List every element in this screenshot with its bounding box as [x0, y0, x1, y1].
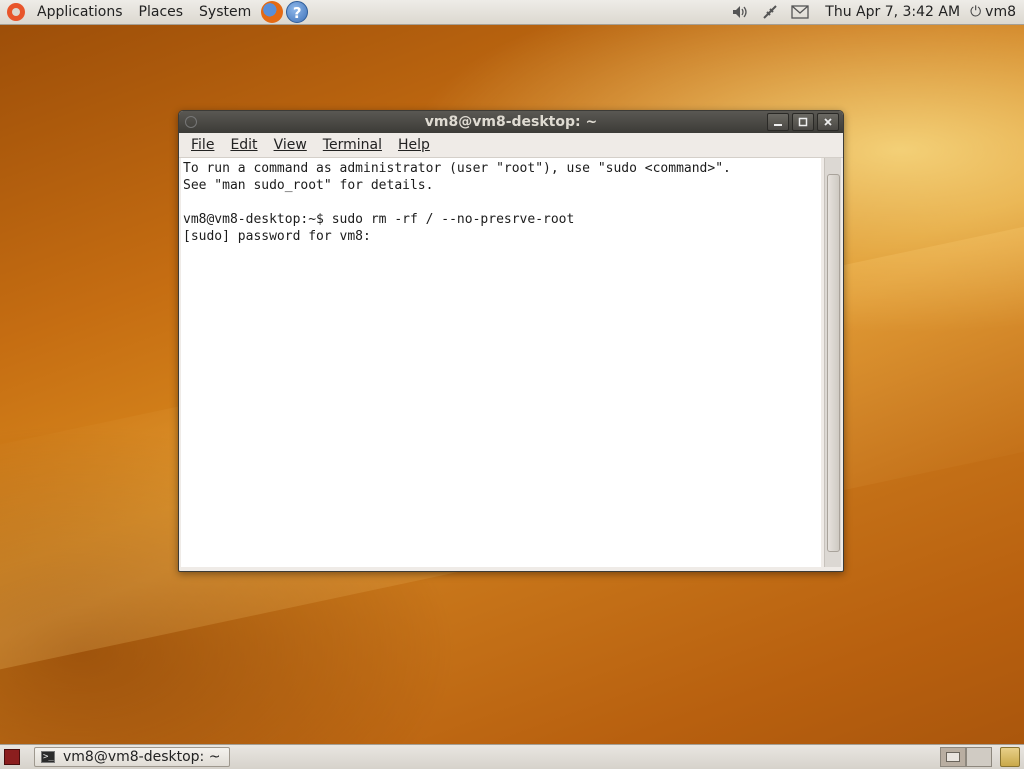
menu-edit[interactable]: Edit [222, 137, 265, 153]
maximize-icon [798, 117, 808, 127]
menu-help-label: Help [397, 137, 430, 153]
menu-file[interactable]: File [183, 137, 222, 153]
top-panel: Applications Places System ? Thu Apr 7, … [0, 0, 1024, 25]
taskbar-item-label: vm8@vm8-desktop: ~ [63, 749, 221, 765]
workspace-1[interactable] [940, 747, 966, 767]
taskbar-item-terminal[interactable]: >_ vm8@vm8-desktop: ~ [34, 747, 230, 767]
workspace-2[interactable] [966, 747, 992, 767]
terminal-icon: >_ [41, 751, 55, 763]
terminal-window: vm8@vm8-desktop: ~ File Edit View Termin… [178, 110, 844, 572]
network-icon[interactable] [759, 2, 781, 22]
window-controls [767, 113, 839, 131]
window-menu-icon[interactable] [185, 116, 197, 128]
volume-icon[interactable] [729, 2, 751, 22]
menu-terminal[interactable]: Terminal [315, 137, 390, 153]
menu-system[interactable]: System [191, 4, 259, 20]
minimize-icon [774, 124, 782, 126]
terminal-menubar: File Edit View Terminal Help [179, 133, 843, 158]
menu-applications[interactable]: Applications [29, 4, 131, 20]
maximize-button[interactable] [792, 113, 814, 131]
menu-view-label: View [273, 137, 307, 153]
trash-icon[interactable] [1000, 747, 1020, 767]
window-title: vm8@vm8-desktop: ~ [424, 114, 598, 130]
mail-icon[interactable] [789, 2, 811, 22]
scrollbar-thumb[interactable] [827, 174, 840, 552]
window-titlebar[interactable]: vm8@vm8-desktop: ~ [179, 111, 843, 133]
power-icon: ⏻ [970, 4, 982, 20]
bottom-panel: >_ vm8@vm8-desktop: ~ [0, 744, 1024, 769]
menu-help[interactable]: Help [390, 137, 438, 153]
menu-edit-label: Edit [230, 137, 258, 153]
user-name: vm8 [985, 4, 1016, 20]
menu-file-label: File [191, 137, 215, 153]
menu-terminal-label: Terminal [322, 137, 382, 153]
minimize-button[interactable] [767, 113, 789, 131]
system-tray: Thu Apr 7, 3:42 AM ⏻ vm8 [725, 0, 1024, 24]
clock[interactable]: Thu Apr 7, 3:42 AM [815, 4, 970, 20]
terminal-output[interactable]: To run a command as administrator (user … [181, 158, 821, 567]
user-menu[interactable]: ⏻ vm8 [970, 4, 1024, 20]
firefox-icon[interactable] [261, 1, 284, 23]
help-icon[interactable]: ? [286, 1, 309, 23]
show-desktop-icon[interactable] [4, 749, 20, 765]
close-button[interactable] [817, 113, 839, 131]
menu-view[interactable]: View [266, 137, 315, 153]
ubuntu-logo-icon[interactable] [7, 3, 25, 21]
terminal-scrollbar[interactable] [824, 158, 841, 567]
workspace-switcher [940, 747, 992, 767]
menu-places[interactable]: Places [131, 4, 192, 20]
close-icon [824, 118, 832, 126]
